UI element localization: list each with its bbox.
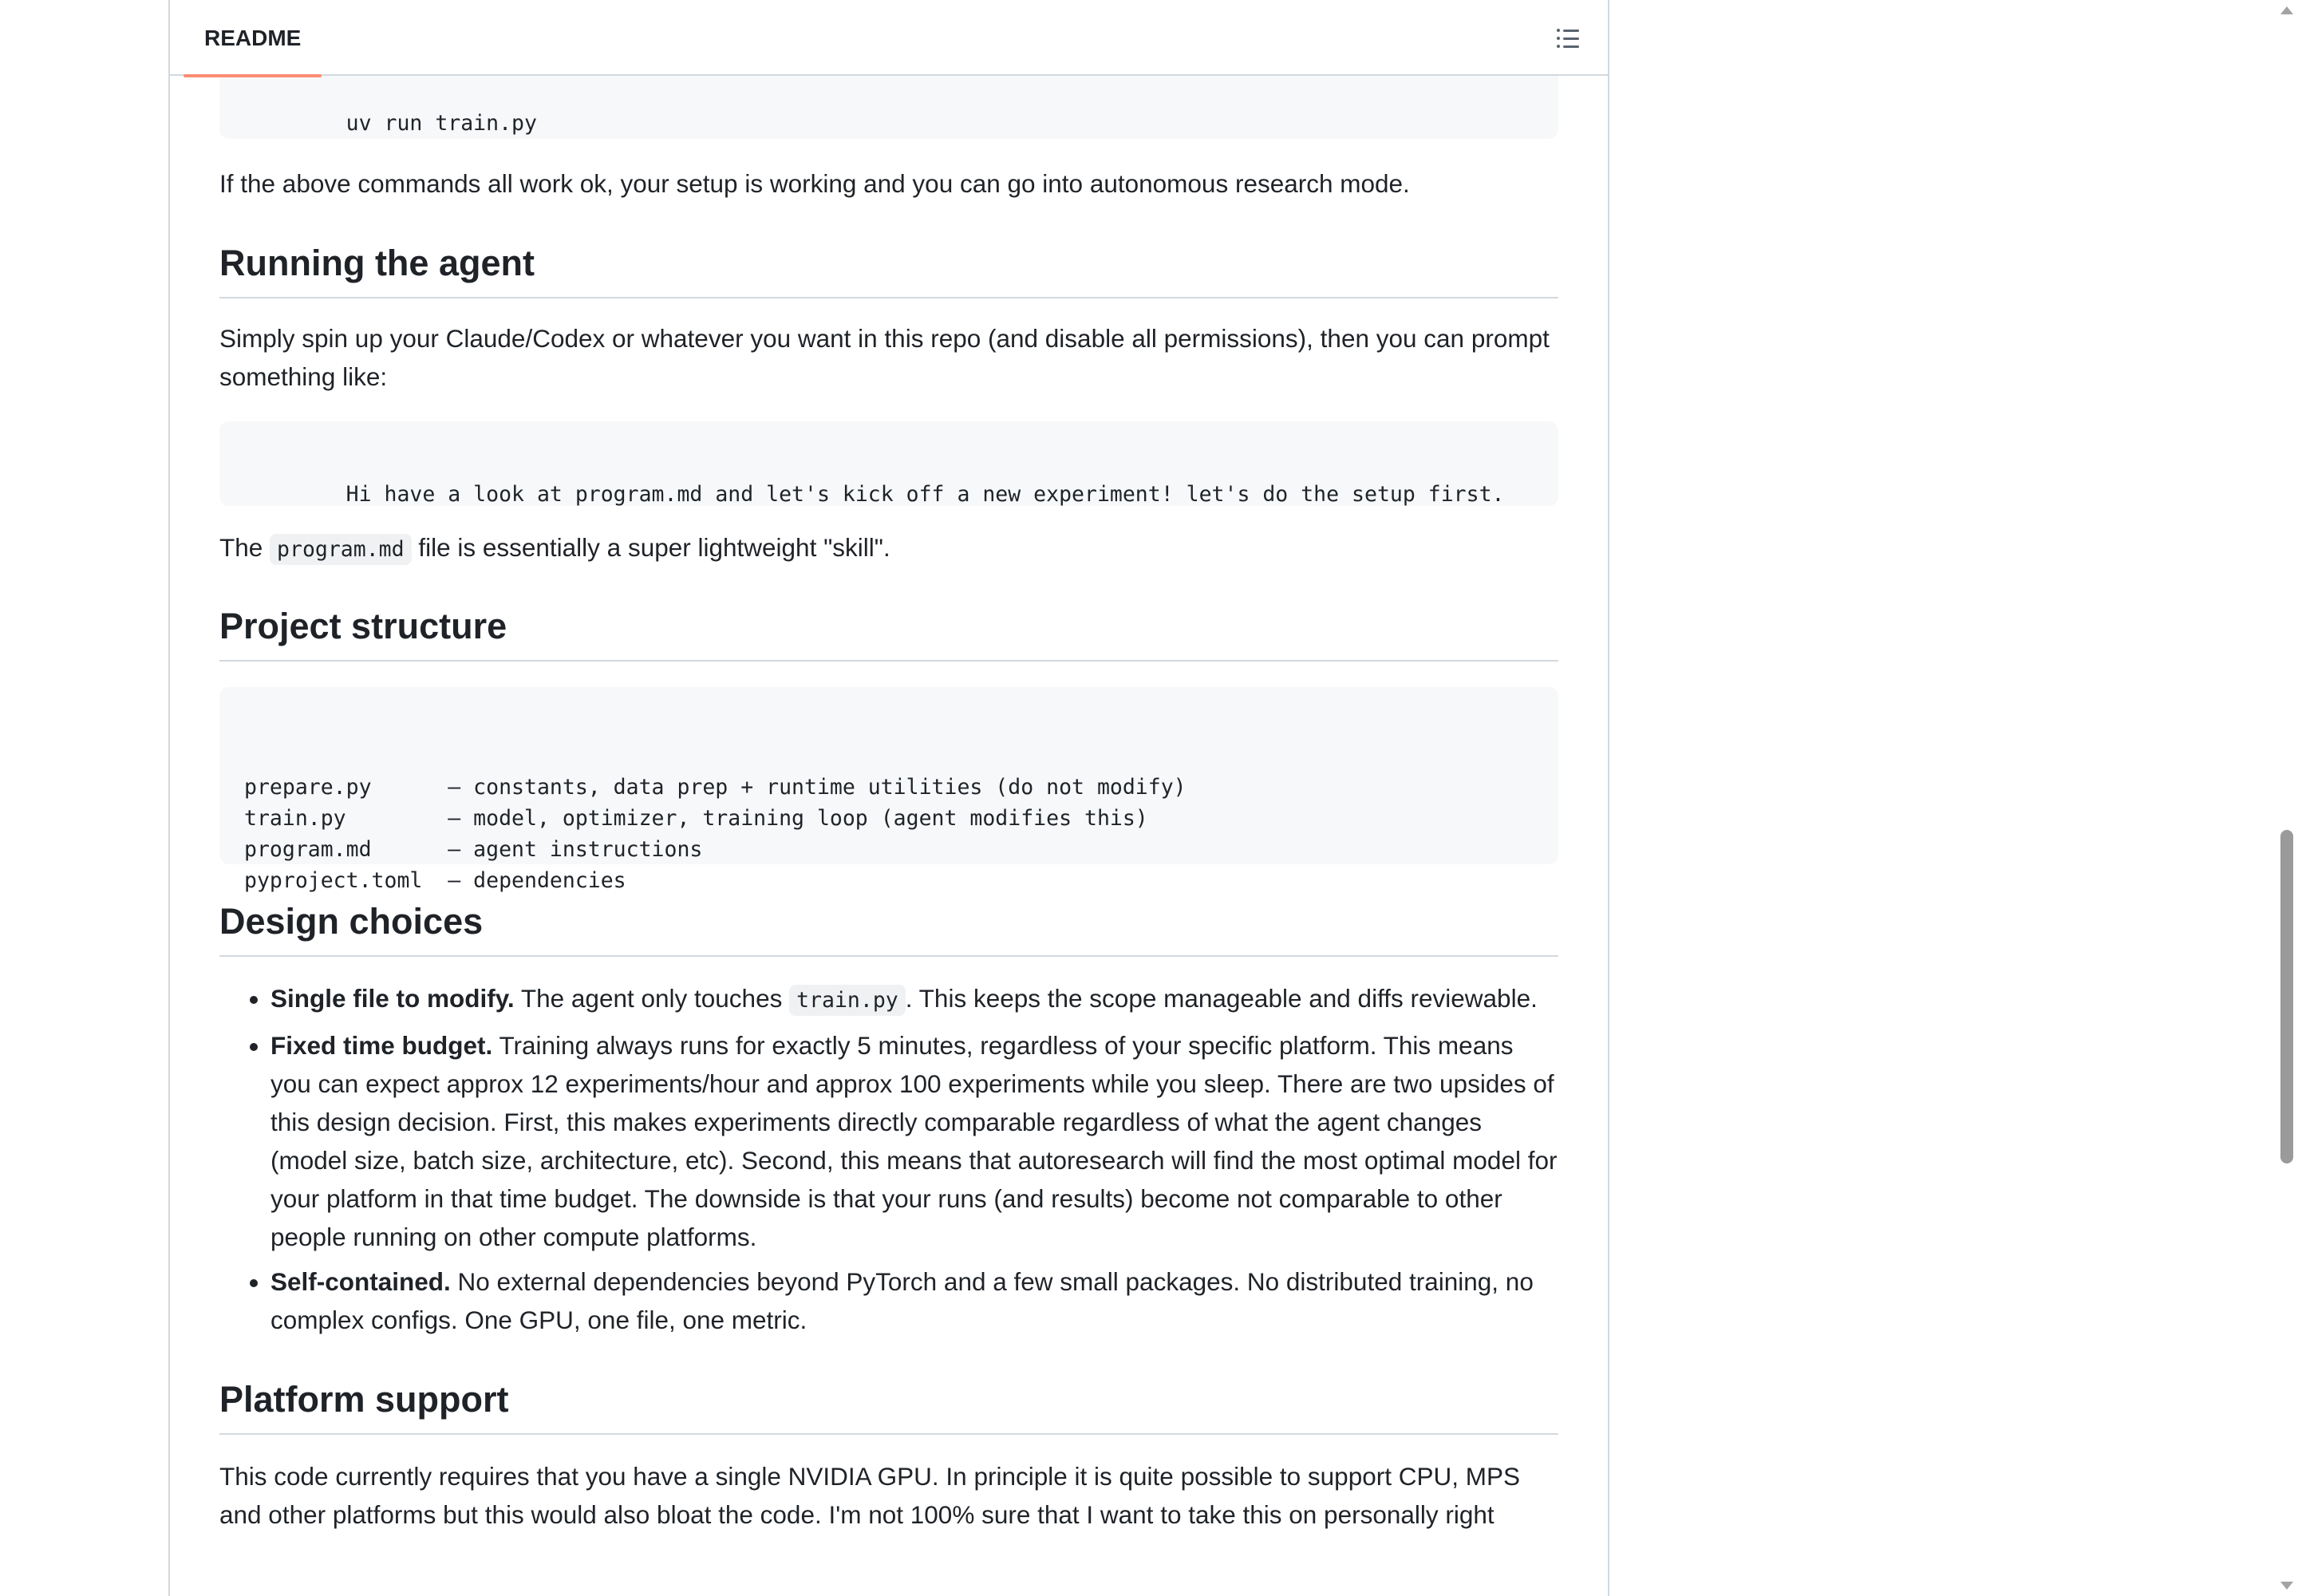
- readme-header: README: [170, 0, 1608, 77]
- list-unordered-icon[interactable]: [1552, 22, 1584, 54]
- design-item-text: Training always runs for exactly 5 minut…: [270, 1031, 1558, 1251]
- code-block-prompt: Hi have a look at program.md and let's k…: [219, 421, 1558, 507]
- tab-readme[interactable]: README: [184, 0, 322, 77]
- scroll-up-arrow-icon[interactable]: [2280, 6, 2293, 14]
- vertical-scrollbar[interactable]: [2274, 0, 2298, 1596]
- platform-text: This code currently requires that you ha…: [219, 1462, 1521, 1529]
- heading-project-structure: Project structure: [219, 602, 1558, 662]
- code-prompt-text: Hi have a look at program.md and let's k…: [345, 482, 1505, 507]
- design-choices-list: Single file to modify. The agent only to…: [219, 979, 1558, 1339]
- design-item-title: Self-contained.: [270, 1267, 451, 1296]
- readme-content: uv run train.py If the above commands al…: [170, 0, 1608, 1534]
- list-item: Fixed time budget. Training always runs …: [270, 1026, 1558, 1256]
- design-item-title: Fixed time budget.: [270, 1031, 493, 1060]
- readme-panel: uv run train.py If the above commands al…: [168, 0, 1609, 1596]
- code-block-structure: prepare.py — constants, data prep + runt…: [219, 687, 1558, 893]
- page: uv run train.py If the above commands al…: [0, 0, 2298, 1596]
- scroll-down-arrow-icon[interactable]: [2280, 1582, 2293, 1590]
- heading-running-the-agent: Running the agent: [219, 239, 1558, 298]
- design-item-text: No external dependencies beyond PyTorch …: [270, 1267, 1534, 1334]
- code-structure-text: prepare.py — constants, data prep + runt…: [244, 775, 1187, 893]
- running-text: Simply spin up your Claude/Codex or what…: [219, 324, 1550, 391]
- heading-platform-support: Platform support: [219, 1376, 1558, 1435]
- list-item: Self-contained. No external dependencies…: [270, 1262, 1558, 1339]
- setup-note: If the above commands all work ok, your …: [219, 169, 1410, 198]
- program-after: file is essentially a super lightweight …: [411, 533, 890, 562]
- scrollbar-thumb[interactable]: [2280, 830, 2293, 1163]
- program-sentence: The program.md file is essentially a sup…: [219, 528, 1558, 569]
- code-run-text: uv run train.py: [345, 111, 537, 136]
- copy-icon[interactable]: [1509, 440, 1538, 469]
- copy-icon[interactable]: [1509, 708, 1538, 737]
